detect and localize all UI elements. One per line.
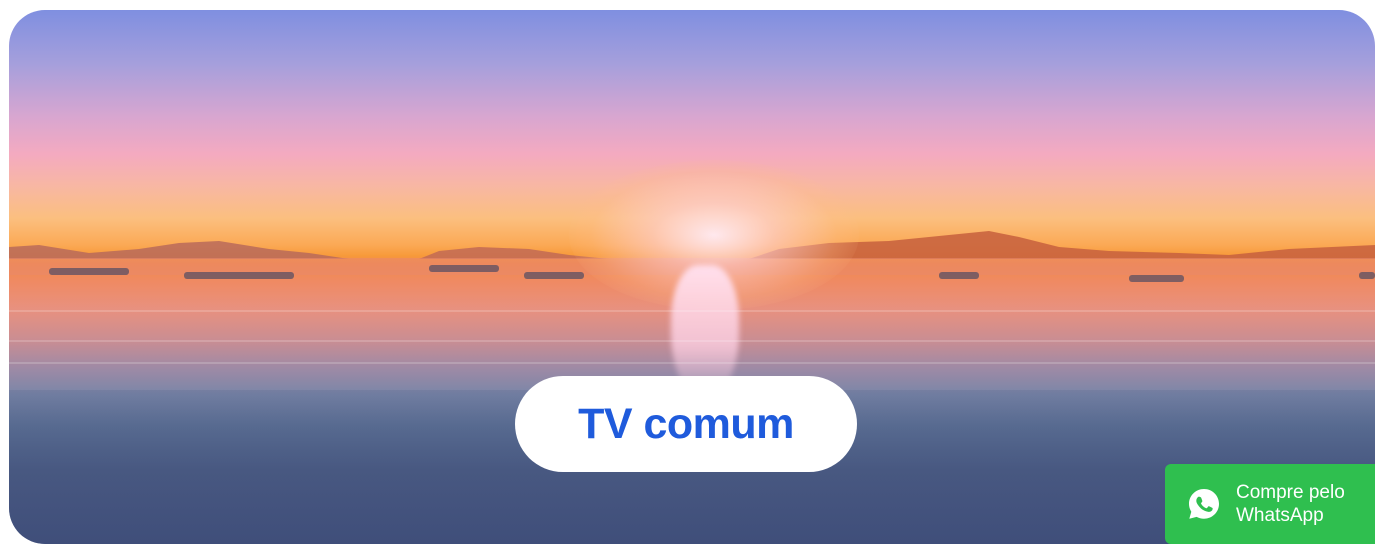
whatsapp-button-label: Compre pelo WhatsApp — [1236, 481, 1345, 527]
whatsapp-label-line2: WhatsApp — [1236, 505, 1324, 526]
boat — [49, 268, 129, 275]
boat — [429, 265, 499, 272]
boat — [1359, 272, 1375, 279]
category-title-pill[interactable]: TV comum — [515, 376, 857, 472]
boat — [524, 272, 584, 279]
wave-line — [9, 340, 1375, 342]
boat — [1129, 275, 1184, 282]
boat — [939, 272, 979, 279]
boat — [184, 272, 294, 279]
whatsapp-buy-button[interactable]: Compre pelo WhatsApp — [1165, 464, 1375, 544]
whatsapp-label-line1: Compre pelo — [1236, 482, 1345, 503]
wave-line — [9, 310, 1375, 312]
category-title: TV comum — [578, 399, 794, 448]
wave-line — [9, 362, 1375, 364]
whatsapp-icon — [1187, 487, 1221, 521]
